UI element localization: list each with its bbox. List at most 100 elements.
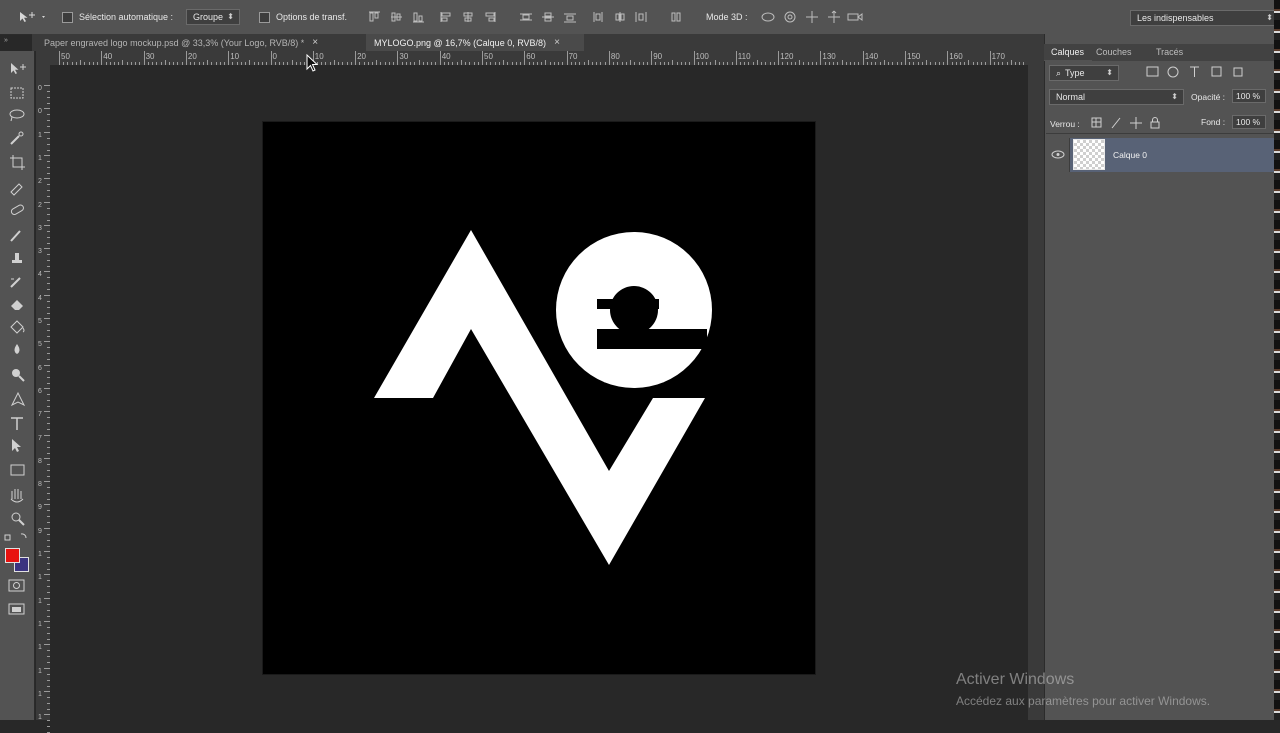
layer-thumbnail <box>1073 139 1105 170</box>
ruler-tick-label: 120 <box>780 52 794 61</box>
layer-name: Calque 0 <box>1113 150 1148 160</box>
ruler-tick-label: 50 <box>61 52 70 61</box>
ruler-tick <box>47 726 50 728</box>
document-canvas[interactable] <box>263 122 815 674</box>
auto-select-label: Sélection automatique : <box>79 12 174 22</box>
auto-select-dropdown[interactable]: Groupe ⬍ <box>186 9 240 25</box>
close-tab-icon[interactable]: × <box>312 37 318 48</box>
ruler-tick-label: 50 <box>484 52 493 61</box>
ruler-tick <box>59 51 60 65</box>
ruler-tick-label: 0 <box>272 52 277 61</box>
ruler-tick-label: 130 <box>822 52 836 61</box>
ruler-tick-label: 10 <box>230 52 240 61</box>
layer-filter-dropdown[interactable]: ⌕ Type ⬍ <box>1049 65 1119 81</box>
layer-row-calque-0[interactable]: Calque 0 <box>1046 138 1274 172</box>
screen-edge-stripe <box>1274 0 1280 720</box>
layers-panel <box>1044 34 1280 720</box>
align-distribute-icons[interactable] <box>368 11 688 23</box>
ruler-tick <box>397 51 399 65</box>
ruler-tick-label: 140 <box>864 52 879 61</box>
ruler-tick <box>651 51 653 65</box>
lock-icons[interactable] <box>1090 116 1162 130</box>
ruler-tick <box>862 51 864 65</box>
ruler-tick-label: 3 <box>38 224 42 232</box>
ruler-tick-label: 20 <box>357 52 366 61</box>
close-tab-icon[interactable]: × <box>554 37 560 48</box>
lock-label: Verrou : <box>1050 119 1080 129</box>
layer-filter-icons[interactable] <box>1146 66 1250 78</box>
ruler-tick-label: 40 <box>103 52 113 61</box>
ruler-tick-label: 8 <box>38 481 42 489</box>
ruler-tick-label: 20 <box>187 52 197 61</box>
horizontal-ruler[interactable]: 50 40 30 20 10 0 10 20 30 40 50 60 70 80 90 100 110 120 13… <box>50 51 1028 66</box>
dropdown-arrows-icon: ⬍ <box>1171 92 1178 101</box>
ruler-tick-label: 170 <box>991 52 1005 61</box>
opacity-label: Opacité : <box>1191 92 1226 102</box>
ruler-tick <box>905 51 906 65</box>
tab-traces[interactable]: Tracés <box>1156 47 1183 57</box>
ruler-tick-label: 3 <box>38 248 42 256</box>
ruler-tick-label: 1 <box>38 574 42 582</box>
ruler-tick-label: 7 <box>38 434 42 442</box>
logo-artwork <box>374 230 712 565</box>
tab-label: Paper engraved logo mockup.psd @ 33,3% (… <box>44 37 305 48</box>
ruler-tick <box>947 51 949 65</box>
blend-mode-dropdown[interactable]: Normal ⬍ <box>1049 89 1184 105</box>
document-tab-bar: Paper engraved logo mockup.psd @ 33,3% (… <box>32 34 1044 51</box>
visibility-eye-icon[interactable] <box>1051 150 1065 159</box>
ruler-tick-label: 9 <box>38 504 42 512</box>
ruler-tick <box>693 51 695 65</box>
transform-controls-checkbox[interactable]: Options de transf. <box>259 9 347 25</box>
ruler-tick-label: 150 <box>907 52 921 61</box>
tab-mylogo[interactable]: MYLOGO.png @ 16,7% (Calque 0, RVB/8) × <box>366 34 584 51</box>
foreground-color-swatch[interactable] <box>5 548 20 563</box>
auto-select-checkbox[interactable]: Sélection automatique : <box>62 9 173 25</box>
ruler-tick-label: 1 <box>38 131 42 139</box>
ruler-tick <box>608 51 610 65</box>
panel-collapse-icon[interactable]: » <box>4 37 30 47</box>
ruler-tick-label: 5 <box>38 318 42 325</box>
ruler-tick-label: 8 <box>38 457 42 465</box>
ruler-tick-label: 30 <box>145 52 155 61</box>
workspace-dropdown[interactable]: Les indispensables ⬍ <box>1130 10 1280 26</box>
vertical-ruler[interactable]: 0 0 1 1 2 2 3 3 4 4 5 5 6 6 7 7 8 8 9 9 1 1 1 1 1 1 1 1 <box>36 65 50 733</box>
fill-input[interactable]: 100 % <box>1232 115 1266 129</box>
ruler-tick-label: 1 <box>38 620 42 628</box>
ruler-tick <box>270 51 272 65</box>
move-tool-icon[interactable] <box>18 10 45 24</box>
ruler-tick <box>143 51 145 65</box>
ruler-tick <box>735 51 737 65</box>
ruler-tick-label: 7 <box>38 411 42 419</box>
ruler-corner[interactable] <box>36 51 50 65</box>
vertical-scrollbar[interactable] <box>1028 51 1044 720</box>
ruler-tick-label: 4 <box>38 271 42 279</box>
ruler-tick-label: 9 <box>38 527 42 535</box>
ruler-tick-label: 1 <box>38 644 42 652</box>
ruler-tick-label: 1 <box>38 667 42 675</box>
tools-panel: » <box>0 37 35 720</box>
ruler-tick-label: 6 <box>38 387 42 395</box>
ruler-tick-label: 1 <box>38 714 42 722</box>
ruler-tick-label: 4 <box>38 294 42 302</box>
ruler-tick-label: 2 <box>38 201 42 209</box>
tab-calques[interactable]: Calques <box>1051 47 1084 57</box>
dropdown-arrows-icon: ⬍ <box>1266 13 1273 22</box>
ruler-tick <box>989 51 991 65</box>
tab-paper-engraved-mockup[interactable]: Paper engraved logo mockup.psd @ 33,3% (… <box>36 34 366 51</box>
ruler-tick <box>47 720 50 722</box>
dropdown-arrows-icon: ⬍ <box>227 12 234 21</box>
ruler-tick-label: 100 <box>695 52 709 61</box>
panel-tab-bar: Calques Couches Tracés <box>1044 44 1274 61</box>
ruler-tick <box>228 51 230 65</box>
ruler-tick-label: 1 <box>38 154 42 162</box>
ruler-tick-label: 2 <box>38 178 42 186</box>
ruler-tick-label: 110 <box>737 52 751 61</box>
tab-couches[interactable]: Couches <box>1096 47 1132 57</box>
ruler-tick-label: 0 <box>38 85 42 92</box>
ruler-tick <box>101 51 103 65</box>
workspace-value: Les indispensables <box>1137 13 1214 23</box>
ruler-tick-label: 160 <box>949 52 963 61</box>
ruler-tick-label: 1 <box>38 597 42 605</box>
opacity-input[interactable]: 100 % <box>1232 89 1266 103</box>
3d-mode-icons[interactable] <box>760 10 870 24</box>
